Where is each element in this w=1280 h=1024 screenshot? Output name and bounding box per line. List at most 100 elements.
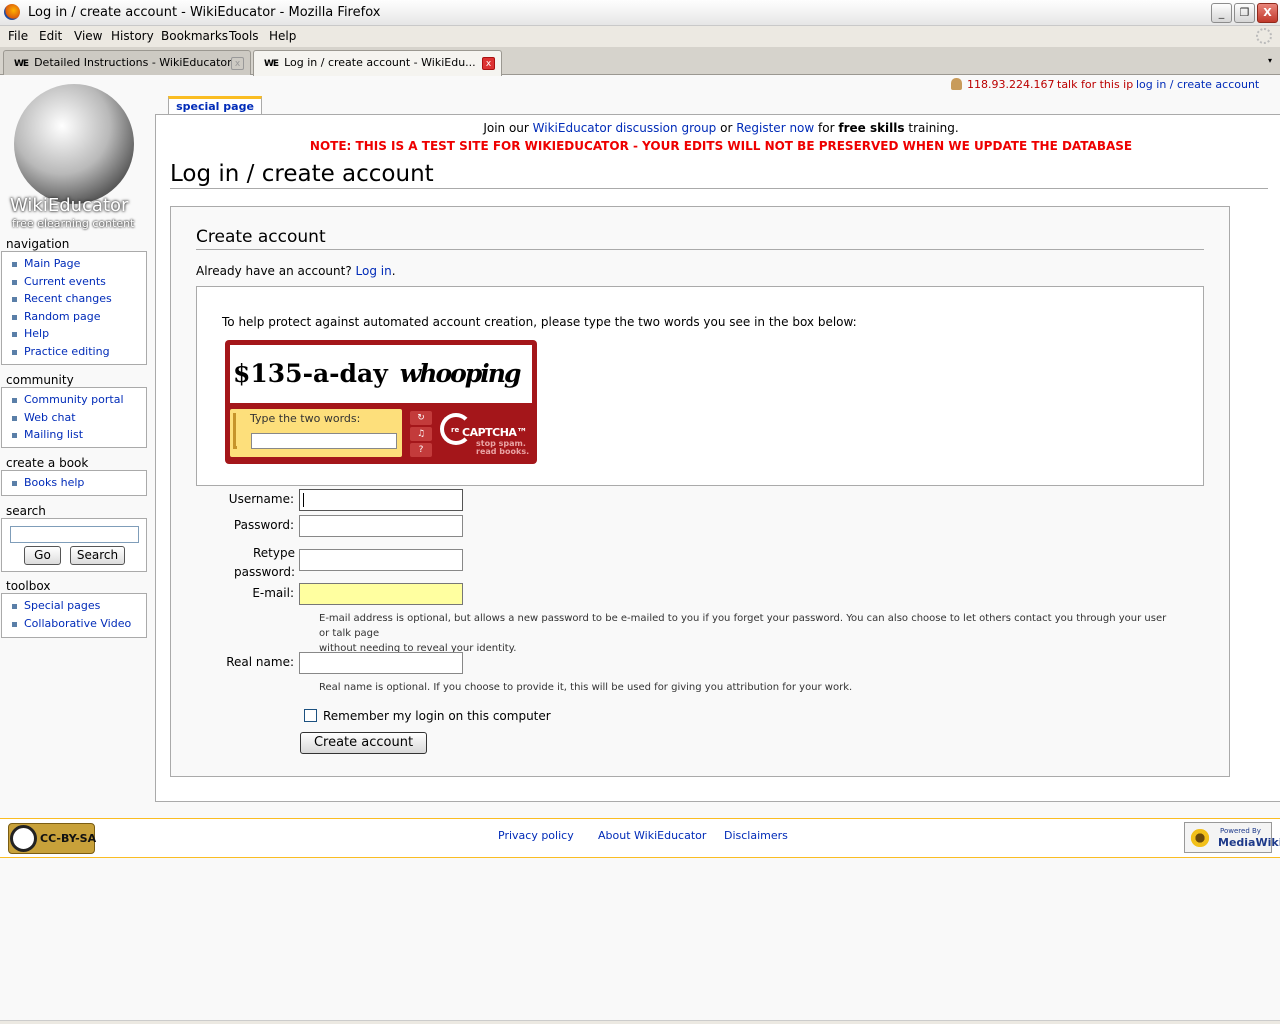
disclaimers-link[interactable]: Disclaimers — [724, 829, 788, 842]
already-have-account: Already have an account? Log in. — [196, 264, 396, 278]
username-label: Username: — [228, 492, 294, 506]
search-heading: search — [6, 504, 46, 518]
cc-icon — [10, 825, 37, 852]
menu-help[interactable]: Help — [269, 29, 296, 43]
sidebar-item-current-events[interactable]: Current events — [2, 273, 146, 291]
notice-bold: free skills — [838, 121, 905, 135]
minimize-button[interactable]: _ — [1211, 3, 1232, 23]
community-portlet: Community portal Web chat Mailing list — [1, 387, 147, 448]
wikieducator-favicon-icon: WE — [14, 59, 29, 69]
sidebar-item-community-portal[interactable]: Community portal — [2, 391, 146, 409]
tab-bar: WE Detailed Instructions - WikiEducator x… — [0, 47, 1280, 76]
ip-link[interactable]: 118.93.224.167 — [967, 78, 1054, 91]
captcha-audio-icon[interactable]: ♫ — [410, 427, 432, 441]
login-link[interactable]: log in / create account — [1136, 78, 1259, 91]
sidebar-item-help[interactable]: Help — [2, 325, 146, 343]
retype-password-field[interactable] — [299, 549, 463, 571]
username-field[interactable] — [299, 489, 463, 511]
search-portlet: Go Search — [1, 518, 147, 572]
mediawiki-flower-icon — [1188, 829, 1212, 847]
captcha-input[interactable] — [251, 433, 397, 449]
email-field[interactable] — [299, 583, 463, 605]
sidebar-item-collaborative-video[interactable]: Collaborative Video — [2, 615, 146, 633]
search-input[interactable] — [10, 526, 139, 543]
real-name-help: Real name is optional. If you choose to … — [319, 682, 853, 693]
test-site-note: NOTE: THIS IS A TEST SITE FOR WIKIEDUCAT… — [309, 139, 1133, 153]
sidebar-item-recent-changes[interactable]: Recent changes — [2, 290, 146, 308]
sidebar-item-main-page[interactable]: Main Page — [2, 255, 146, 273]
menu-file[interactable]: File — [8, 29, 28, 43]
powered-by-text: Powered By — [1220, 827, 1261, 835]
logo-name: WikiEducator — [10, 195, 129, 216]
wikieducator-logo[interactable]: WikiEducator free elearning content — [2, 80, 148, 230]
privacy-policy-link[interactable]: Privacy policy — [498, 829, 574, 842]
captcha-reload-icon[interactable]: ↻ — [410, 411, 432, 425]
navigation-heading: navigation — [6, 237, 70, 251]
page: WikiEducator free elearning content navi… — [0, 76, 1280, 1024]
logo-tagline: free elearning content — [12, 217, 135, 230]
tab-label: Detailed Instructions - WikiEducator — [34, 56, 232, 69]
footer: CC-BY-SA Privacy policy About WikiEducat… — [0, 818, 1280, 858]
recaptcha-brand: CAPTCHA™ — [462, 426, 527, 439]
talk-link[interactable]: talk for this ip — [1057, 78, 1133, 91]
sidebar-item-web-chat[interactable]: Web chat — [2, 409, 146, 427]
tab-special-page[interactable]: special page — [168, 96, 262, 116]
email-help: E-mail address is optional, but allows a… — [319, 611, 1179, 656]
recaptcha-re: re — [451, 426, 460, 434]
captcha-entry: Type the two words: — [230, 409, 402, 457]
captcha-word-2: whooping — [399, 359, 522, 388]
tab-login-create-account[interactable]: WE Log in / create account - WikiEdu... x — [253, 50, 502, 76]
go-button[interactable]: Go — [24, 546, 61, 565]
search-button[interactable]: Search — [70, 546, 125, 565]
retype-label-line2: password: — [233, 565, 295, 579]
real-name-field[interactable] — [299, 652, 463, 674]
create-account-form: Create account Already have an account? … — [170, 206, 1230, 777]
powered-by-mediawiki-badge[interactable]: Powered By MediaWiki — [1184, 822, 1280, 853]
already-text: Already have an account? — [196, 264, 352, 278]
sidebar-item-special-pages[interactable]: Special pages — [2, 597, 146, 615]
sidebar-item-mailing-list[interactable]: Mailing list — [2, 426, 146, 444]
notice-text: Join our — [483, 121, 533, 135]
throbber-icon — [1256, 28, 1272, 44]
password-label: Password: — [233, 518, 294, 532]
status-bar — [0, 1020, 1280, 1024]
restore-button[interactable]: ❐ — [1234, 3, 1255, 23]
sidebar-item-books-help[interactable]: Books help — [2, 474, 146, 492]
about-link[interactable]: About WikiEducator — [598, 829, 706, 842]
remember-me-checkbox[interactable] — [304, 709, 317, 722]
menu-view[interactable]: View — [74, 29, 102, 43]
notice-text: or — [716, 121, 737, 135]
close-window-button[interactable]: X — [1257, 3, 1278, 23]
sidebar-item-random-page[interactable]: Random page — [2, 308, 146, 326]
remember-me-label[interactable]: Remember my login on this computer — [323, 709, 551, 723]
page-title: Log in / create account — [170, 161, 1268, 189]
create-account-button[interactable]: Create account — [300, 732, 427, 754]
firefox-icon — [4, 4, 20, 20]
tab-detailed-instructions[interactable]: WE Detailed Instructions - WikiEducator x — [3, 50, 251, 75]
register-now-link[interactable]: Register now — [736, 121, 814, 135]
menu-history[interactable]: History — [111, 29, 154, 43]
notice-text: training. — [904, 121, 959, 135]
globe-icon — [14, 84, 134, 204]
site-notice: Join our WikiEducator discussion group o… — [156, 121, 1280, 135]
sidebar-item-practice-editing[interactable]: Practice editing — [2, 343, 146, 361]
cc-by-sa-badge[interactable]: CC-BY-SA — [8, 823, 96, 854]
navigation-portlet: Main Page Current events Recent changes … — [1, 251, 147, 365]
menu-tools[interactable]: Tools — [229, 29, 259, 43]
form-title: Create account — [196, 227, 1204, 250]
book-heading: create a book — [6, 456, 89, 470]
password-field[interactable] — [299, 515, 463, 537]
captcha-intro: To help protect against automated accoun… — [222, 315, 857, 329]
log-in-link[interactable]: Log in — [356, 264, 392, 278]
mediawiki-text: MediaWiki — [1218, 836, 1280, 849]
list-all-tabs-icon[interactable]: ▾ — [1262, 51, 1278, 71]
personal-ip[interactable]: 118.93.224.167 — [951, 78, 1054, 91]
menu-edit[interactable]: Edit — [39, 29, 62, 43]
captcha-help-icon[interactable]: ? — [410, 443, 432, 457]
menu-bookmarks[interactable]: Bookmarks — [161, 29, 228, 43]
tab-close-icon[interactable]: x — [482, 57, 495, 70]
discussion-group-link[interactable]: WikiEducator discussion group — [533, 121, 717, 135]
tab-close-icon[interactable]: x — [231, 57, 244, 70]
community-heading: community — [6, 373, 74, 387]
toolbox-portlet: Special pages Collaborative Video — [1, 593, 147, 638]
